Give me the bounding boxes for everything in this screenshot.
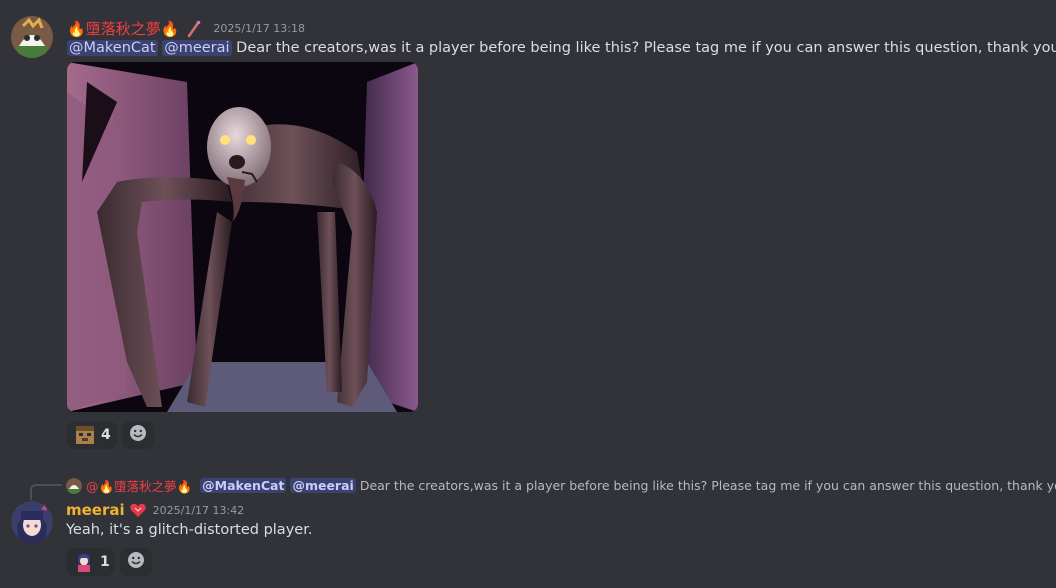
message-content: @MakenCat @meerai Dear the creators,was … (67, 40, 1056, 56)
smiley-plus-icon (129, 424, 147, 446)
fire-emoji: 🔥 (67, 20, 86, 38)
heart-icon (129, 501, 147, 519)
reply-preview[interactable]: @🔥墮落秋之夢🔥 @MakenCat @meerai Dear the crea… (66, 476, 1056, 495)
smiley-plus-icon (127, 551, 145, 573)
author-name[interactable]: 🔥墮落秋之夢🔥 (67, 18, 179, 39)
reply-text: Dear the creators,was it a player before… (359, 478, 1056, 493)
reaction-count: 1 (100, 554, 110, 570)
message-timestamp[interactable]: 2025/1/17 13:42 (153, 504, 245, 517)
message-header: 🔥墮落秋之夢🔥 2025/1/17 13:18 (67, 18, 305, 39)
reply-mention: @meerai (290, 478, 356, 493)
message-timestamp[interactable]: 2025/1/17 13:18 (213, 22, 305, 35)
author-name-text: 墮落秋之夢 (85, 20, 161, 38)
add-reaction-button[interactable] (120, 548, 152, 576)
add-reaction-button[interactable] (122, 421, 154, 449)
reply-connector-line (30, 484, 62, 500)
cube-face-emoji (75, 425, 95, 445)
fire-emoji: 🔥 (160, 20, 180, 38)
image-attachment[interactable] (67, 62, 418, 412)
mention[interactable]: @MakenCat (67, 40, 158, 56)
mention[interactable]: @meerai (162, 40, 232, 56)
reply-mention: @MakenCat (200, 478, 287, 493)
reply-author-name: @🔥墮落秋之夢🔥 (86, 479, 193, 494)
message-text: Dear the creators,was it a player before… (236, 40, 1056, 56)
reaction-button[interactable]: 1 (66, 548, 114, 576)
author-avatar[interactable] (11, 16, 53, 58)
author-avatar[interactable] (11, 501, 53, 543)
reaction-button[interactable]: 4 (67, 421, 117, 449)
brush-icon (185, 20, 203, 38)
message-header: meerai 2025/1/17 13:42 (66, 501, 244, 519)
message-text: Yeah, it's a glitch-distorted player. (66, 522, 313, 538)
anime-character-emoji (74, 552, 94, 572)
creepy-creature-image (67, 62, 418, 412)
reaction-count: 4 (101, 427, 111, 443)
reply-author-avatar (66, 477, 82, 494)
author-name[interactable]: meerai (66, 501, 125, 519)
message-content: Yeah, it's a glitch-distorted player. (66, 522, 312, 538)
